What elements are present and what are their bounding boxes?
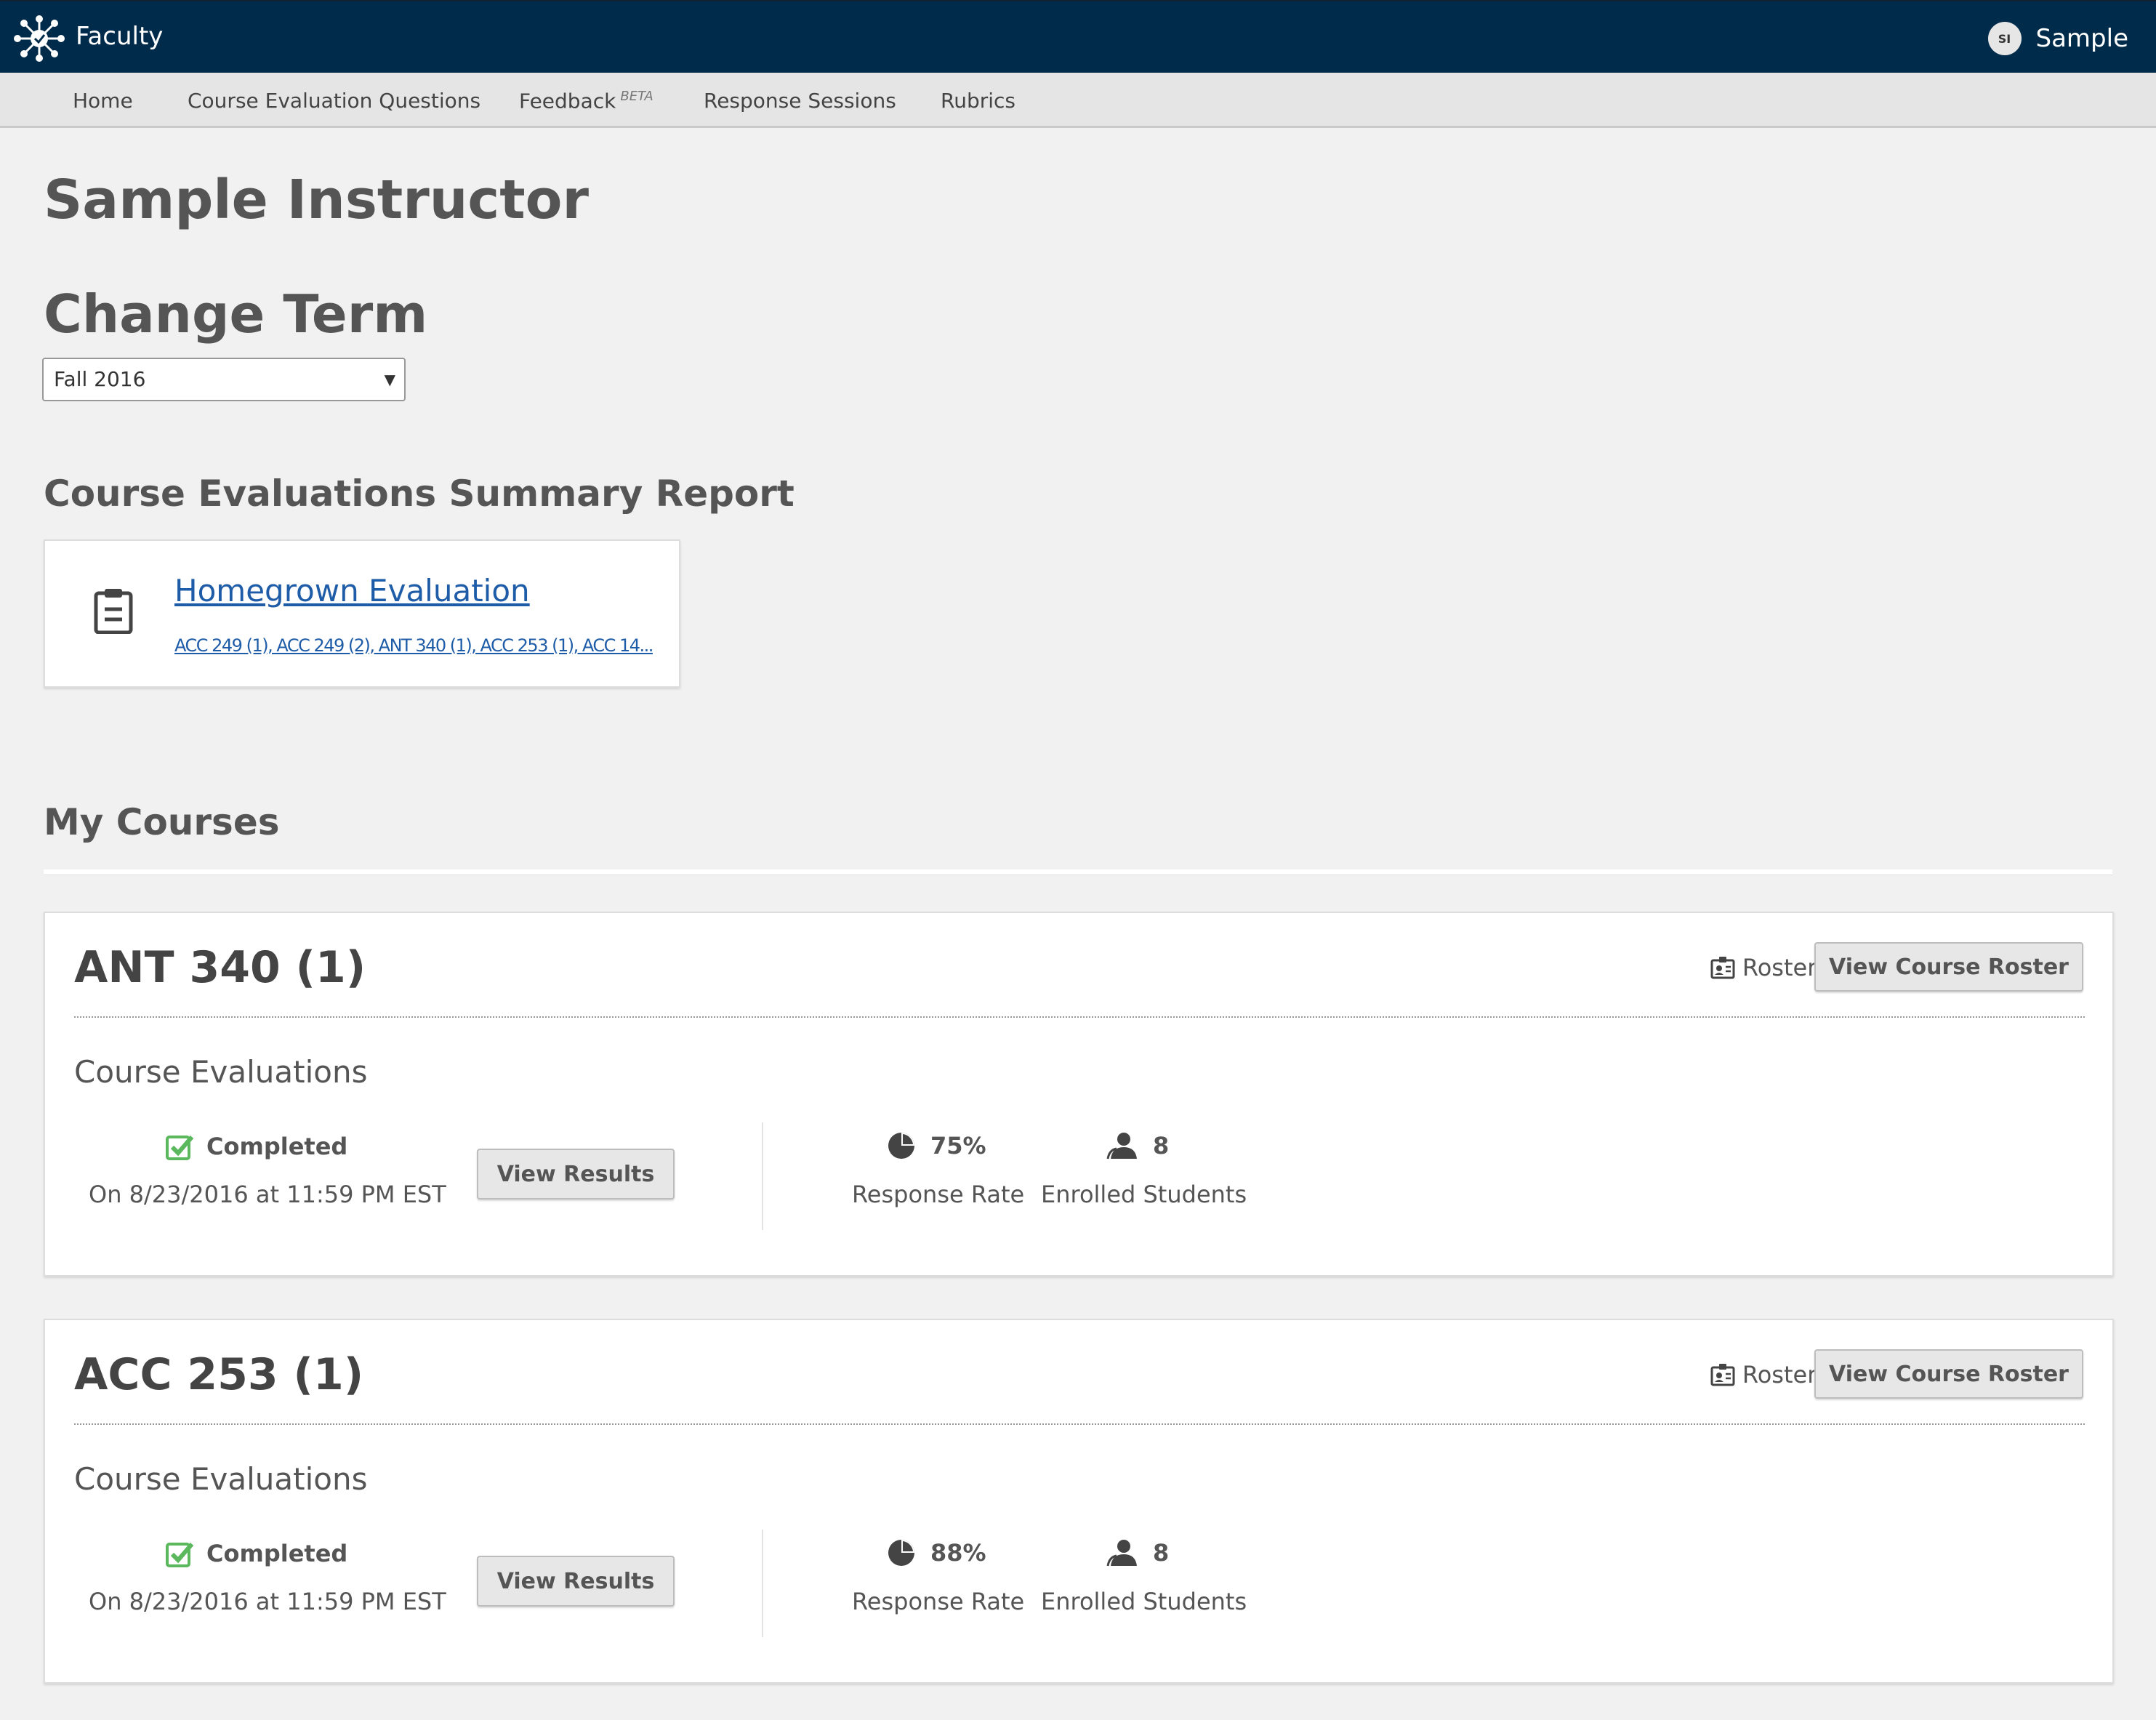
response-rate-value: 75%: [930, 1132, 986, 1160]
user-icon: [1106, 1540, 1137, 1567]
completion-date: On 8/23/2016 at 11:59 PM EST: [89, 1588, 446, 1615]
evaluation-courses-link[interactable]: ACC 249 (1), ACC 249 (2), ANT 340 (1), A…: [174, 635, 661, 656]
view-results-button[interactable]: View Results: [477, 1149, 675, 1199]
view-course-roster-button[interactable]: View Course Roster: [1814, 942, 2083, 992]
response-rate-label: Response Rate: [852, 1588, 1025, 1615]
change-term-heading: Change Term: [44, 284, 428, 345]
term-select[interactable]: Fall 2016 ▼: [42, 358, 406, 401]
user-icon: [1106, 1133, 1137, 1160]
beta-badge: BETA: [620, 89, 653, 104]
course-evaluations-label: Course Evaluations: [74, 1461, 368, 1497]
id-card-icon: [1710, 957, 1735, 979]
enrolled-value: 8: [1153, 1132, 1170, 1160]
course-card: ANT 340 (1) Roster: 8 View Course Roster…: [44, 912, 2114, 1277]
enrolled-stat: 8: [1106, 1131, 1169, 1160]
vertical-divider: [762, 1530, 763, 1637]
enrolled-stat: 8: [1106, 1538, 1169, 1567]
response-rate-value: 88%: [930, 1539, 986, 1567]
chevron-down-icon: ▼: [384, 371, 395, 388]
top-bar: Faculty SI Sample: [0, 0, 2156, 73]
main-nav: Home Course Evaluation Questions Feedbac…: [0, 73, 2156, 128]
course-title: ANT 340 (1): [74, 942, 366, 993]
response-rate-label: Response Rate: [852, 1181, 1025, 1208]
clipboard-icon: [94, 589, 133, 634]
nav-response-sessions[interactable]: Response Sessions: [704, 89, 896, 113]
nav-feedback-label: Feedback: [519, 89, 616, 113]
nav-feedback[interactable]: Feedback BETA: [519, 89, 653, 113]
divider: [74, 1016, 2085, 1018]
nav-course-evaluation-questions[interactable]: Course Evaluation Questions: [188, 89, 480, 113]
course-title: ACC 253 (1): [74, 1349, 364, 1400]
network-logo-icon[interactable]: [13, 15, 65, 63]
id-card-icon: [1710, 1364, 1735, 1386]
section-divider: [44, 869, 2112, 875]
course-card: ACC 253 (1) Roster: 8 View Course Roster…: [44, 1319, 2114, 1684]
pie-chart-icon: [888, 1133, 914, 1159]
vertical-divider: [762, 1122, 763, 1230]
view-course-roster-button[interactable]: View Course Roster: [1814, 1349, 2083, 1399]
nav-rubrics[interactable]: Rubrics: [941, 89, 1015, 113]
status-text: Completed: [206, 1540, 348, 1567]
pie-chart-icon: [888, 1540, 914, 1566]
user-menu[interactable]: SI Sample: [1987, 20, 2128, 57]
roster-label: Roster:: [1742, 1361, 1825, 1389]
enrolled-label: Enrolled Students: [1041, 1181, 1247, 1208]
summary-report-card: Homegrown Evaluation ACC 249 (1), ACC 24…: [44, 539, 680, 688]
divider: [74, 1423, 2085, 1425]
summary-report-heading: Course Evaluations Summary Report: [44, 473, 795, 515]
response-rate-stat: 75%: [887, 1131, 986, 1160]
course-evaluations-label: Course Evaluations: [74, 1054, 368, 1090]
app-title[interactable]: Faculty: [76, 22, 163, 51]
enrolled-value: 8: [1153, 1539, 1170, 1567]
check-square-icon: [166, 1543, 194, 1567]
avatar[interactable]: SI: [1987, 22, 2022, 55]
roster-label: Roster:: [1742, 954, 1825, 981]
enrolled-label: Enrolled Students: [1041, 1588, 1247, 1615]
status-completed: Completed: [166, 1540, 347, 1567]
status-text: Completed: [206, 1133, 348, 1160]
check-square-icon: [166, 1136, 194, 1160]
term-select-value: Fall 2016: [54, 367, 146, 391]
user-name[interactable]: Sample: [2036, 24, 2128, 53]
completion-date: On 8/23/2016 at 11:59 PM EST: [89, 1181, 446, 1208]
homegrown-evaluation-link[interactable]: Homegrown Evaluation: [174, 573, 530, 608]
view-results-button[interactable]: View Results: [477, 1556, 675, 1607]
status-completed: Completed: [166, 1133, 347, 1160]
response-rate-stat: 88%: [887, 1538, 986, 1567]
my-courses-heading: My Courses: [44, 801, 280, 843]
page-title: Sample Instructor: [44, 169, 590, 231]
nav-home[interactable]: Home: [73, 89, 133, 113]
